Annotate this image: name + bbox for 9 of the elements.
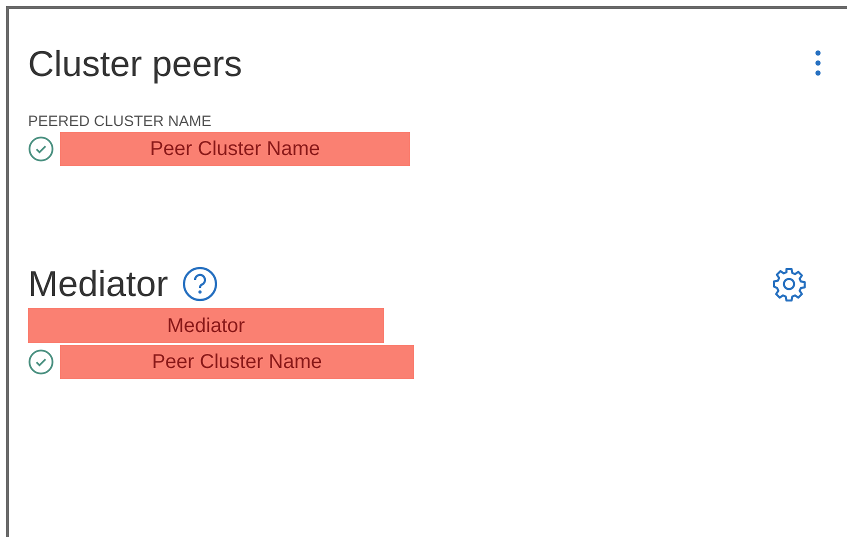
redacted-name: Peer Cluster Name	[60, 132, 410, 166]
redacted-name: Mediator	[28, 308, 384, 343]
column-label: PEERED CLUSTER NAME	[28, 113, 212, 130]
help-icon[interactable]	[182, 266, 218, 302]
more-options-icon[interactable]	[815, 50, 821, 76]
redacted-name: Peer Cluster Name	[60, 345, 414, 379]
settings-icon[interactable]	[771, 266, 807, 302]
section-title: Cluster peers	[28, 42, 242, 86]
section-title: Mediator	[28, 262, 168, 306]
